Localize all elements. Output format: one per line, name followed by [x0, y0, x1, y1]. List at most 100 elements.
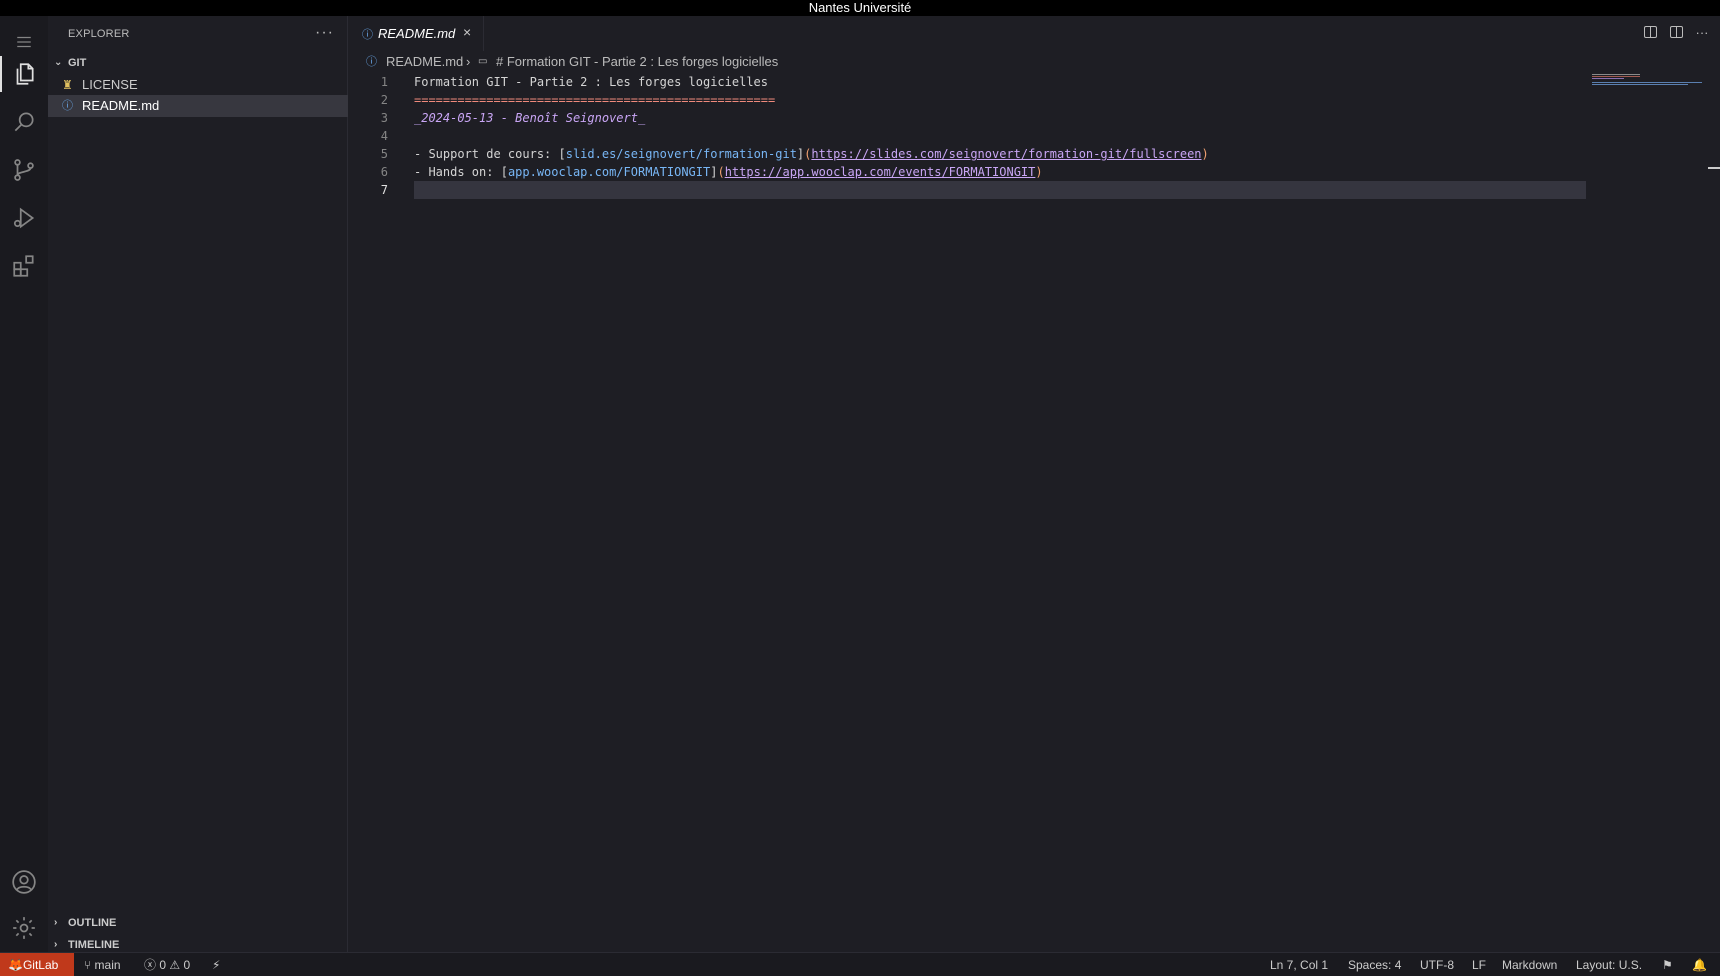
folder-label: GIT — [68, 57, 87, 69]
file-name: LICENSE — [82, 77, 138, 92]
line-text: - Hands on: [app.wooclap.com/FORMATIONGI… — [414, 165, 1043, 179]
bell-icon[interactable]: 🔔 — [1692, 953, 1707, 976]
link-text: app.wooclap.com/FORMATIONGIT — [507, 165, 711, 179]
editor-more-button[interactable]: ··· — [1694, 24, 1710, 40]
branch-name: main — [94, 958, 121, 972]
outline-section[interactable]: › OUTLINE — [48, 912, 348, 934]
open-preview-button[interactable] — [1642, 24, 1658, 40]
file-item-readme[interactable]: ⓘ README.md — [48, 95, 348, 117]
error-icon: ⓧ — [144, 958, 160, 972]
link-text: slid.es/seignovert/formation-git — [565, 147, 797, 161]
activity-accounts[interactable] — [0, 858, 48, 906]
activity-source-control[interactable] — [0, 146, 48, 194]
code-editor[interactable]: 1 Formation GIT - Partie 2 : Les forges … — [348, 73, 1588, 873]
info-icon: ⓘ — [362, 29, 373, 41]
info-icon: ⓘ — [366, 56, 377, 68]
hamburger-menu-icon — [17, 36, 31, 48]
line-number: 7 — [380, 183, 388, 197]
extensions-icon — [13, 255, 34, 277]
activity-bar — [0, 16, 48, 952]
folder-section-git[interactable]: ⌄ GIT — [48, 52, 348, 74]
code-line: 2 ======================================… — [348, 91, 1588, 109]
scrollbar-cursor-marker — [1708, 167, 1720, 169]
files-icon — [16, 63, 34, 85]
activity-extensions[interactable] — [0, 242, 48, 290]
search-icon — [14, 112, 34, 132]
encoding[interactable]: UTF-8 — [1420, 953, 1454, 976]
line-number: 6 — [380, 165, 388, 179]
code-line: 4 — [348, 127, 1588, 145]
breadcrumb-file[interactable]: README.md — [386, 51, 463, 73]
run-debug-icon — [13, 207, 35, 229]
sync-icon[interactable]: ⚡ — [212, 953, 220, 976]
breadcrumb-symbol[interactable]: # Formation GIT - Partie 2 : Les forges … — [496, 51, 778, 73]
source-control-icon — [14, 159, 34, 181]
end-of-line[interactable]: LF — [1472, 953, 1486, 976]
editor-actions: ··· — [1642, 24, 1710, 40]
line-number: 4 — [380, 129, 388, 143]
chevron-right-icon: › — [54, 917, 58, 928]
line-prefix: - Support de cours: — [414, 147, 559, 161]
language-mode[interactable]: Markdown — [1502, 953, 1557, 976]
symbol-string-icon: ▭ — [478, 56, 488, 67]
file-item-license[interactable]: ♜ LICENSE — [48, 74, 348, 96]
editor-area: ⓘ README.md × ··· ⓘ README.md › ▭ # Form… — [348, 16, 1720, 952]
branch-indicator[interactable]: ⑂ main — [84, 953, 121, 976]
explorer-title: EXPLORER — [68, 28, 130, 40]
line-number: 2 — [380, 93, 388, 107]
line-text: ========================================… — [414, 93, 776, 107]
minimap-line — [1592, 84, 1688, 86]
breadcrumb: ⓘ README.md › ▭ # Formation GIT - Partie… — [348, 51, 1720, 73]
status-bar: 🦊GitLab ⑂ main ⓧ 0 ⚠ 0 ⚡ Ln 7, Col 1 Spa… — [0, 952, 1720, 976]
warning-count: 0 — [183, 958, 191, 972]
tab-bar: ⓘ README.md × ··· — [348, 16, 1720, 51]
minimap-line — [1592, 78, 1624, 80]
gear-icon — [13, 917, 35, 939]
minimap[interactable] — [1592, 73, 1702, 103]
tab-readme[interactable]: ⓘ README.md × — [348, 16, 484, 51]
line-number: 1 — [380, 75, 388, 89]
current-line: 7 — [348, 181, 1588, 199]
link-url[interactable]: https://app.wooclap.com/events/FORMATION… — [725, 165, 1036, 179]
window-title: Nantes Université — [0, 0, 1720, 16]
keyboard-layout[interactable]: Layout: U.S. — [1576, 953, 1642, 976]
info-icon: ⓘ — [62, 100, 73, 112]
breadcrumb-separator: › — [466, 54, 471, 69]
more-actions-button[interactable]: ··· — [315, 24, 334, 42]
indentation[interactable]: Spaces: 4 — [1348, 953, 1401, 976]
file-name: README.md — [82, 98, 160, 113]
tab-label: README.md — [378, 26, 456, 41]
remote-indicator[interactable]: 🦊GitLab — [0, 953, 74, 976]
code-line: 3 _2024-05-13 - Benoît Seignovert_ — [348, 109, 1588, 127]
activity-search[interactable] — [0, 98, 48, 146]
activity-explorer[interactable] — [0, 50, 48, 98]
account-icon — [12, 870, 36, 894]
split-editor-icon — [1669, 26, 1683, 38]
explorer-header: EXPLORER ··· — [48, 16, 348, 52]
activity-run-debug[interactable] — [0, 194, 48, 242]
line-text: Formation GIT - Partie 2 : Les forges lo… — [414, 75, 769, 89]
outline-label: OUTLINE — [68, 917, 117, 929]
activity-manage[interactable] — [0, 904, 48, 952]
chevron-down-icon: ⌄ — [54, 57, 63, 68]
code-line: 5 - Support de cours: [slid.es/seignover… — [348, 145, 1588, 163]
split-editor-button[interactable] — [1668, 24, 1684, 40]
code-line: 6 - Hands on: [app.wooclap.com/FORMATION… — [348, 163, 1588, 181]
feedback-icon[interactable]: ⚑ — [1662, 953, 1673, 976]
preview-icon — [1643, 26, 1657, 38]
current-line-highlight — [414, 181, 1586, 199]
line-text: - Support de cours: [slid.es/seignovert/… — [414, 147, 1209, 161]
code-line: 1 Formation GIT - Partie 2 : Les forges … — [348, 73, 1588, 91]
gitlab-icon: 🦊 — [8, 958, 23, 972]
explorer-sidebar: EXPLORER ··· ⌄ GIT ♜ LICENSE ⓘ README.md… — [48, 16, 348, 952]
problems-indicator[interactable]: ⓧ 0 ⚠ 0 — [144, 953, 190, 976]
link-url[interactable]: https://slides.com/seignovert/formation-… — [811, 147, 1201, 161]
close-icon[interactable]: × — [463, 24, 471, 40]
remote-label: GitLab — [22, 958, 59, 972]
license-icon: ♜ — [62, 78, 73, 92]
line-prefix: - Hands on: — [414, 165, 501, 179]
warning-icon: ⚠ — [166, 958, 184, 972]
cursor-position[interactable]: Ln 7, Col 1 — [1270, 953, 1328, 976]
line-number: 3 — [380, 111, 388, 125]
branch-icon: ⑂ — [84, 958, 95, 972]
